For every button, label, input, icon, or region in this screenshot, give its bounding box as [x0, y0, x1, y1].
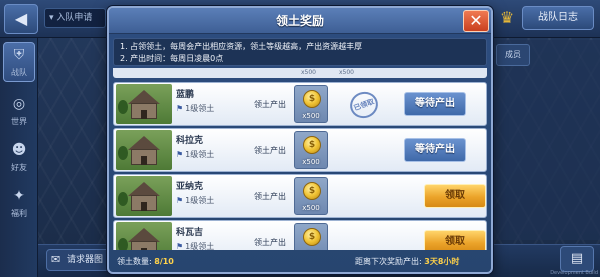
chat-icon: ▤ — [570, 251, 584, 266]
join-request-dropdown[interactable]: ▾ 入队申请 — [44, 8, 106, 28]
territory-image — [116, 176, 172, 216]
flag-icon: ⚑ — [176, 196, 184, 205]
join-request-label: 入队申请 — [56, 13, 93, 23]
flag-icon: ⚑ — [176, 150, 184, 159]
territory-name: 科瓦吉 — [176, 228, 204, 238]
shield-icon: ⛨ — [13, 47, 25, 63]
request-label: 请求器图 — [67, 255, 104, 265]
territory-reward-dialog: 领土奖励 ✕ 1. 占领领土，每周会产出相应资源，领土等级越高，产出资源越丰厚 … — [107, 6, 493, 274]
wait-production-button[interactable]: 等待产出 — [404, 92, 466, 116]
gold-coin-icon: $ — [303, 90, 321, 108]
back-arrow-icon: ◀ — [14, 9, 28, 28]
trophy-icon: ♛ — [499, 8, 515, 27]
territory-name: 蓝鹏 — [176, 90, 195, 100]
claim-button[interactable]: 领取 — [424, 230, 486, 250]
next-reward-timer: 距离下次奖励产出: 3天8小时 — [355, 254, 459, 270]
team-info-panel — [488, 40, 600, 240]
close-button[interactable]: ✕ — [463, 10, 489, 32]
sidebar-item-friends[interactable]: ☻ 好友 — [3, 138, 35, 178]
close-icon: ✕ — [469, 11, 483, 30]
territory-name: 亚纳克 — [176, 182, 204, 192]
flag-icon: ⚑ — [176, 242, 184, 250]
territory-count-label: 领土数量: — [117, 257, 152, 266]
sidebar-item-label: 世界 — [11, 117, 27, 126]
sidebar-item-world[interactable]: ◎ 世界 — [3, 92, 35, 132]
reward-amount: x500 — [302, 112, 320, 120]
territory-tier: 1级领土 — [185, 150, 215, 159]
sidebar-item-label: 好友 — [11, 163, 27, 172]
next-reward-label: 距离下次奖励产出: — [355, 257, 422, 266]
dialog-title: 领土奖励 — [275, 14, 324, 28]
reward-slot[interactable]: $ x500 — [294, 131, 328, 169]
reward-slot[interactable]: $ x500 — [294, 223, 328, 250]
territory-tier: 1级领土 — [185, 104, 215, 113]
build-watermark: Development Build — [550, 270, 598, 276]
members-button[interactable]: 成员 — [496, 44, 530, 66]
rule-line: 2. 产出时间：每周日凌晨0点 — [120, 54, 224, 63]
reward-slot[interactable]: $ x500 — [294, 85, 328, 123]
back-button[interactable]: ◀ — [4, 4, 38, 34]
territory-row: 科瓦吉 ⚑1级领土 领土产出 $ x500 领取 — [113, 220, 487, 250]
territory-row: 蓝鹏 ⚑ 1级领土 领土产出 $ x500 已领取 等待产出 — [113, 82, 487, 126]
amount-label: x500 — [339, 69, 355, 76]
sidebar-item-label: 战队 — [11, 68, 27, 77]
sidebar-item-welfare[interactable]: ✦ 福利 — [3, 184, 35, 224]
production-label: 领土产出 — [254, 192, 286, 201]
chat-button[interactable]: ▤ — [560, 246, 594, 272]
territory-row: 科拉克 ⚑ 1级领土 领土产出 $ x500 等待产出 — [113, 128, 487, 172]
gold-coin-icon: $ — [303, 136, 321, 154]
territory-image — [116, 84, 172, 124]
territory-image — [116, 222, 172, 250]
territory-list[interactable]: x500 x500 蓝鹏 ⚑1级领土 领土产出 $ x500 已领取 等待产出 — [113, 68, 487, 250]
production-label: 领土产出 — [254, 100, 286, 109]
next-reward-value: 3天8小时 — [424, 257, 460, 266]
rules-description: 1. 占领领土，每周会产出相应资源，领土等级越高，产出资源越丰厚 2. 产出时间… — [113, 38, 487, 66]
territory-count-value: 8/10 — [154, 257, 174, 266]
gold-coin-icon: $ — [303, 182, 321, 200]
territory-name: 科拉克 — [176, 136, 204, 146]
sidebar-item-label: 福利 — [11, 209, 27, 218]
territory-image — [116, 130, 172, 170]
territory-tier: 1级领土 — [185, 196, 215, 205]
production-label: 领土产出 — [254, 238, 286, 247]
territory-row: 亚纳克 ⚑ 1级领土 领土产出 $ x500 领取 — [113, 174, 487, 218]
flag-icon: ⚑ — [176, 104, 184, 113]
rule-line: 1. 占领领土，每周会产出相应资源，领土等级越高，产出资源越丰厚 — [120, 42, 363, 51]
claimed-stamp: 已领取 — [346, 87, 382, 123]
reward-amount: x500 — [302, 204, 320, 212]
claim-button[interactable]: 领取 — [424, 184, 486, 208]
list-item-partial: x500 x500 — [113, 68, 487, 78]
amount-label: x500 — [301, 69, 317, 76]
team-log-button[interactable]: 战队日志 — [522, 6, 594, 30]
globe-icon: ◎ — [12, 96, 26, 112]
gift-icon: ✦ — [13, 188, 25, 204]
chat-bubble-icon: ✉ — [51, 253, 61, 266]
gold-coin-icon: $ — [303, 228, 321, 246]
sidebar-item-team[interactable]: ⛨ 战队 — [3, 42, 35, 82]
reward-slot[interactable]: $ x500 — [294, 177, 328, 215]
request-button[interactable]: ✉ 请求器图 — [46, 249, 110, 271]
dialog-footer: 领土数量: 8/10 距离下次奖励产出: 3天8小时 — [113, 254, 487, 270]
territory-tier: 1级领土 — [185, 242, 215, 250]
chevron-down-icon: ▾ — [49, 13, 54, 23]
people-icon: ☻ — [11, 142, 27, 158]
reward-amount: x500 — [302, 158, 320, 166]
territory-count: 领土数量: 8/10 — [117, 254, 174, 270]
production-label: 领土产出 — [254, 146, 286, 155]
wait-production-button[interactable]: 等待产出 — [404, 138, 466, 162]
reward-amount: x500 — [295, 249, 327, 250]
